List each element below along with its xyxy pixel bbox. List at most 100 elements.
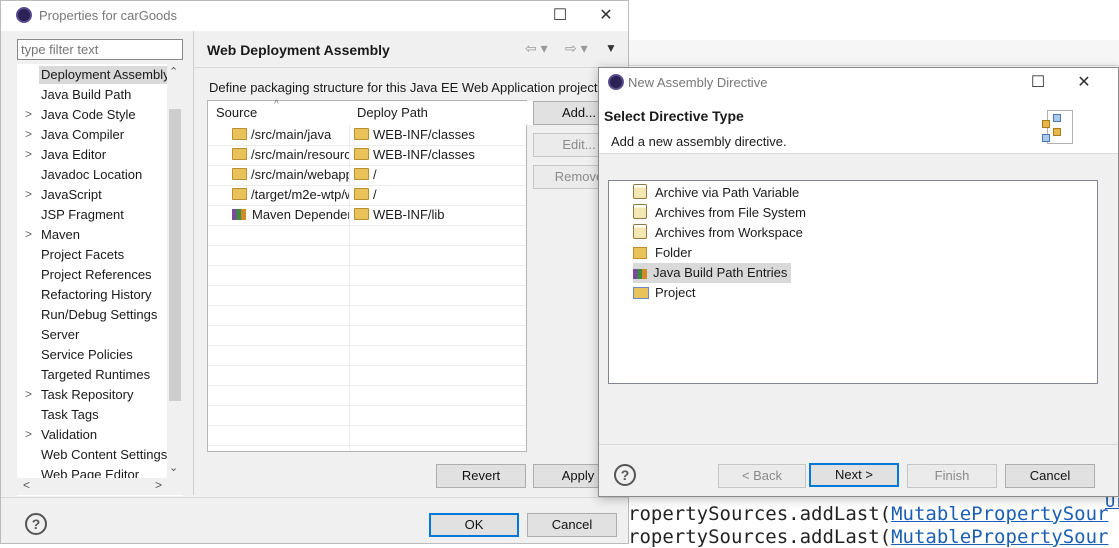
table-row[interactable]: /src/main/webapp / <box>208 165 526 186</box>
expand-arrow-icon[interactable]: > <box>25 125 32 143</box>
tree-item-label: Task Repository <box>41 387 134 402</box>
eclipse-icon <box>16 7 32 23</box>
editor-toolbar <box>629 40 1119 66</box>
tree-item[interactable]: Javadoc Location <box>17 165 167 185</box>
close-button[interactable]: ✕ <box>1061 68 1107 98</box>
table-row[interactable]: /src/main/resources WEB-INF/classes <box>208 145 526 166</box>
ok-button[interactable]: OK <box>429 513 519 537</box>
tree-item-label: Java Build Path <box>41 87 132 102</box>
tree-item-label: JSP Fragment <box>41 207 124 222</box>
tree-item[interactable]: Task Tags <box>17 405 167 425</box>
tree-item[interactable]: > Task Repository <box>17 385 167 405</box>
tree-item-label: Maven <box>41 227 81 242</box>
next-button[interactable]: Next > <box>809 463 899 487</box>
tree-item[interactable]: Web Content Settings <box>17 445 167 465</box>
cancel-button[interactable]: Cancel <box>527 513 617 537</box>
tree-item[interactable]: Java Build Path <box>17 85 167 105</box>
tree-item-label: Targeted Runtimes <box>41 367 151 382</box>
finish-button[interactable]: Finish <box>907 464 997 488</box>
tree-item[interactable]: Run/Debug Settings <box>17 305 167 325</box>
tree-item[interactable]: Refactoring History <box>17 285 167 305</box>
tree-item-label: Project Facets <box>41 247 125 262</box>
deploy-path-cell: / <box>354 167 524 182</box>
expand-arrow-icon[interactable]: > <box>25 385 32 403</box>
expand-arrow-icon[interactable]: > <box>25 225 32 243</box>
column-header-deploy-path[interactable]: Deploy Path <box>349 101 534 125</box>
tree-item[interactable]: > Validation <box>17 425 167 445</box>
cancel-button[interactable]: Cancel <box>1005 464 1095 488</box>
tree-item[interactable]: Project Facets <box>17 245 167 265</box>
tree-item-label: Project References <box>41 267 152 282</box>
expand-arrow-icon[interactable]: > <box>25 145 32 163</box>
directive-item-label: Archive via Path Variable <box>655 185 800 200</box>
directive-item[interactable]: Folder <box>633 243 692 263</box>
table-row <box>208 245 526 266</box>
tree-item[interactable]: > Maven <box>17 225 167 245</box>
directive-item[interactable]: Archives from File System <box>633 203 806 223</box>
tree-item[interactable]: Server <box>17 325 167 345</box>
code-line: ropertySources.addLast(MutablePropertySo… <box>628 526 1109 548</box>
properties-dialog: Properties for carGoods ☐ ✕ Deployment A… <box>0 0 629 544</box>
scroll-up-icon[interactable]: ⌃ <box>169 65 178 78</box>
folder-icon <box>354 168 369 180</box>
tree-item-label: Javadoc Location <box>41 167 143 182</box>
directive-item[interactable]: Java Build Path Entries <box>633 263 792 283</box>
close-button[interactable]: ✕ <box>583 1 629 31</box>
deploy-path-text: WEB-INF/lib <box>373 207 445 222</box>
jar-icon <box>633 224 647 239</box>
table-row <box>208 365 526 386</box>
tree-item-label: Java Code Style <box>41 107 136 122</box>
directive-item[interactable]: Project <box>633 283 695 303</box>
tree-item-label: Java Compiler <box>41 127 125 142</box>
scrollbar-thumb[interactable] <box>169 109 181 401</box>
back-button[interactable]: < Back <box>718 464 806 488</box>
page-title: Web Deployment Assembly <box>207 42 390 58</box>
scroll-left-icon[interactable]: < <box>23 478 30 492</box>
forward-arrow-icon[interactable]: ⇨ ▾ <box>565 40 588 57</box>
tree-item[interactable]: > Java Compiler <box>17 125 167 145</box>
maximize-button[interactable]: ☐ <box>1015 68 1061 98</box>
directive-item-label: Archives from Workspace <box>655 225 803 240</box>
deploy-path-cell: WEB-INF/classes <box>354 127 524 142</box>
expand-arrow-icon[interactable]: > <box>25 105 32 123</box>
dialog-title: New Assembly Directive <box>628 75 768 90</box>
scroll-down-icon[interactable]: ⌄ <box>169 461 178 474</box>
title-bar: New Assembly Directive ☐ ✕ <box>599 68 1118 98</box>
column-header-source[interactable]: Source ^ <box>208 99 358 125</box>
tree-item[interactable]: > Java Code Style <box>17 105 167 125</box>
folder-icon <box>232 148 247 160</box>
page-description: Define packaging structure for this Java… <box>209 80 598 95</box>
folder-icon <box>232 168 247 180</box>
directive-item[interactable]: Archive via Path Variable <box>633 183 799 203</box>
divider <box>194 67 628 68</box>
help-icon[interactable]: ? <box>25 513 47 535</box>
back-arrow-icon[interactable]: ⇦ ▾ <box>525 40 548 57</box>
sort-indicator-icon: ^ <box>274 99 279 110</box>
table-row <box>208 345 526 366</box>
table-row[interactable]: /target/m2e-wtp/web-resources / <box>208 185 526 206</box>
table-row[interactable]: Maven Dependencies WEB-INF/lib <box>208 205 526 226</box>
filter-input[interactable] <box>17 39 183 60</box>
directive-item[interactable]: Archives from Workspace <box>633 223 803 243</box>
source-cell: Maven Dependencies <box>232 207 349 222</box>
source-text: /src/main/java <box>251 127 332 142</box>
tree-item[interactable]: Targeted Runtimes <box>17 365 167 385</box>
view-menu-icon[interactable]: ▼ <box>605 41 617 55</box>
tree-item[interactable]: > JavaScript <box>17 185 167 205</box>
revert-button[interactable]: Revert <box>436 464 526 488</box>
expand-arrow-icon[interactable]: > <box>25 425 32 443</box>
source-cell: /src/main/resources <box>232 147 349 162</box>
tree-item[interactable]: JSP Fragment <box>17 205 167 225</box>
scroll-right-icon[interactable]: > <box>155 478 162 492</box>
tree-item[interactable]: Project References <box>17 265 167 285</box>
tree-horizontal-scrollbar[interactable]: < > <box>17 478 183 495</box>
tree-item[interactable]: > Java Editor <box>17 145 167 165</box>
help-icon[interactable]: ? <box>614 464 636 486</box>
tree-item[interactable]: Deployment Assembly <box>17 65 172 85</box>
tree-item-label: JavaScript <box>41 187 102 202</box>
table-row[interactable]: /src/main/java WEB-INF/classes <box>208 125 526 146</box>
expand-arrow-icon[interactable]: > <box>25 185 32 203</box>
maximize-button[interactable]: ☐ <box>537 1 583 31</box>
tree-item[interactable]: Service Policies <box>17 345 167 365</box>
title-bar: Properties for carGoods ☐ ✕ <box>1 1 628 31</box>
